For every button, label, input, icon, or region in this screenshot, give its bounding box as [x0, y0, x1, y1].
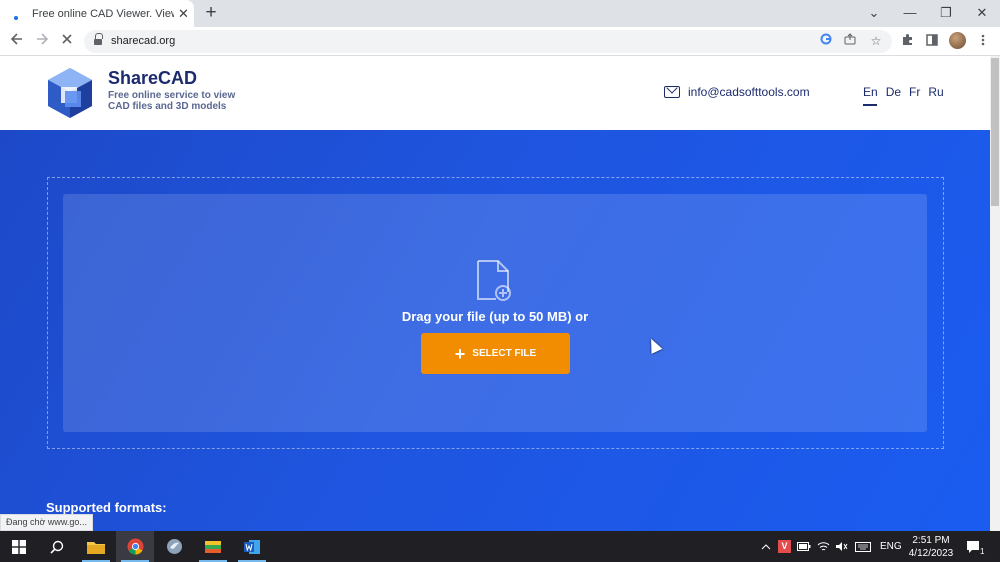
- loading-favicon-icon: [10, 7, 24, 21]
- page-scrollbar[interactable]: [990, 56, 1000, 531]
- back-arrow-icon: [10, 33, 22, 45]
- folder-icon: [87, 541, 105, 554]
- input-language[interactable]: ENG: [880, 531, 902, 562]
- forward-button[interactable]: [31, 31, 53, 51]
- mail-icon: [664, 86, 680, 98]
- language-switcher: En De Fr Ru: [863, 85, 944, 106]
- wifi-icon[interactable]: [817, 531, 830, 562]
- scrollbar-thumb[interactable]: [991, 58, 999, 206]
- taskbar-search-button[interactable]: [38, 531, 76, 562]
- system-clock[interactable]: 2:51 PM 4/12/2023: [906, 534, 956, 560]
- upload-hero: Drag your file (up to 50 MB) or + SELECT…: [0, 130, 990, 531]
- notification-count: 1: [980, 547, 985, 556]
- battery-icon[interactable]: [797, 531, 811, 562]
- tab-search-button[interactable]: ⌄: [856, 0, 892, 27]
- clock-time: 2:51 PM: [912, 535, 950, 546]
- browser-toolbar: sharecad.org ☆: [0, 27, 1000, 56]
- side-panel-icon[interactable]: [923, 33, 941, 51]
- select-file-label: SELECT FILE: [472, 348, 537, 359]
- close-window-button[interactable]: ✕: [964, 0, 1000, 27]
- share-icon[interactable]: [842, 33, 858, 49]
- brand-tagline: Free online service to view CAD files an…: [108, 90, 236, 112]
- extensions-puzzle-icon[interactable]: [898, 33, 916, 51]
- brand-name[interactable]: ShareCAD: [108, 68, 197, 89]
- lang-de[interactable]: De: [886, 85, 901, 99]
- start-button[interactable]: [0, 531, 38, 562]
- select-file-button[interactable]: + SELECT FILE: [421, 333, 570, 374]
- contact-email-link[interactable]: info@cadsofttools.com: [688, 85, 810, 99]
- stack-app-icon: [205, 540, 221, 553]
- minimize-button[interactable]: —: [892, 0, 928, 27]
- url-text: sharecad.org: [111, 35, 176, 47]
- drag-instructions: Drag your file (up to 50 MB) or: [401, 309, 589, 324]
- chrome-menu-icon[interactable]: [974, 33, 992, 51]
- chevron-up-icon: [761, 543, 771, 549]
- show-hidden-icons-button[interactable]: [761, 531, 771, 562]
- taskbar-word[interactable]: [233, 531, 271, 562]
- taskbar-file-explorer[interactable]: [77, 531, 115, 562]
- chrome-icon: [127, 538, 143, 555]
- google-translate-icon[interactable]: [818, 33, 834, 49]
- browser-tab-strip: Free online CAD Viewer. View Au ✕ + ⌄ — …: [0, 0, 1000, 27]
- close-icon: [62, 34, 72, 44]
- window-controls: ⌄ — ❐ ✕: [856, 0, 1000, 27]
- forward-arrow-icon: [37, 33, 49, 45]
- lang-en[interactable]: En: [863, 85, 878, 106]
- sharecad-logo-icon[interactable]: [45, 66, 95, 120]
- tab-close-icon[interactable]: ✕: [178, 7, 189, 20]
- lock-icon: [94, 33, 103, 46]
- file-add-icon: [477, 260, 511, 301]
- bookmark-star-icon[interactable]: ☆: [868, 33, 884, 49]
- stop-loading-button[interactable]: [56, 31, 78, 51]
- word-icon: [243, 539, 260, 554]
- windows-taskbar: V ENG 2:51 PM 4/12/2023 1: [0, 531, 1000, 562]
- address-bar[interactable]: sharecad.org ☆: [84, 30, 892, 53]
- taskbar-app-bird[interactable]: [155, 531, 193, 562]
- web-page: ShareCAD Free online service to view CAD…: [0, 56, 990, 531]
- taskbar-app-stack[interactable]: [194, 531, 232, 562]
- plus-icon: +: [454, 343, 466, 364]
- clock-date: 4/12/2023: [908, 548, 954, 559]
- keyboard-icon[interactable]: [855, 531, 871, 562]
- notification-center-button[interactable]: 1: [966, 531, 984, 562]
- supported-formats-heading: Supported formats:: [46, 500, 167, 515]
- tray-app-v-icon[interactable]: V: [778, 531, 791, 562]
- status-bubble: Đang chờ www.go...: [0, 514, 93, 531]
- site-header: ShareCAD Free online service to view CAD…: [0, 56, 990, 130]
- taskbar-chrome[interactable]: [116, 531, 154, 562]
- lang-ru[interactable]: Ru: [928, 85, 943, 99]
- profile-avatar[interactable]: [949, 32, 966, 49]
- tab-title: Free online CAD Viewer. View Au: [32, 7, 174, 20]
- volume-icon[interactable]: [835, 531, 848, 562]
- browser-tab[interactable]: Free online CAD Viewer. View Au ✕: [0, 0, 194, 27]
- back-button[interactable]: [6, 31, 28, 51]
- windows-logo-icon: [12, 539, 26, 554]
- lang-fr[interactable]: Fr: [909, 85, 920, 99]
- search-icon: [50, 540, 64, 554]
- new-tab-button[interactable]: +: [202, 3, 220, 22]
- bird-app-icon: [166, 539, 182, 554]
- restore-button[interactable]: ❐: [928, 0, 964, 27]
